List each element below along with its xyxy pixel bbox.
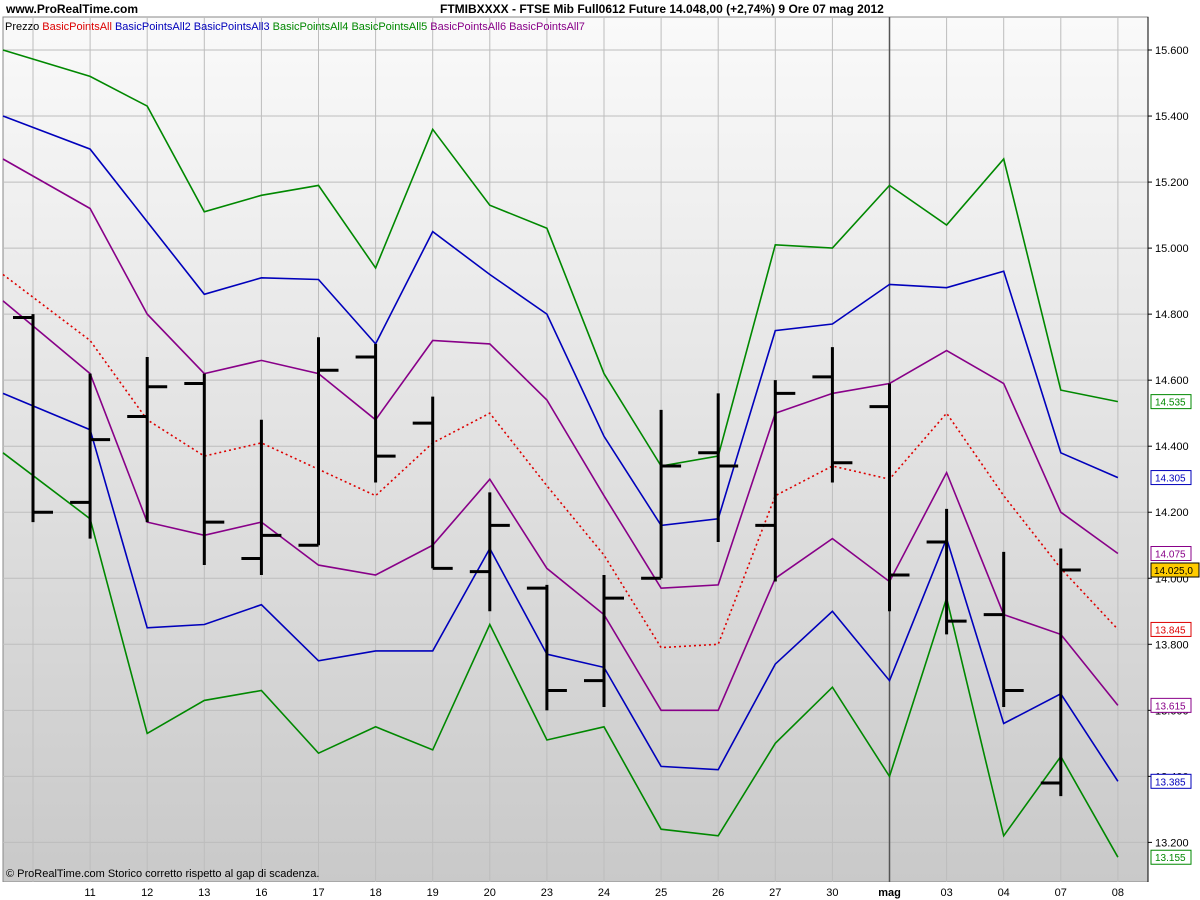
x-tick-label: 18: [369, 887, 381, 899]
x-tick-label: 30: [826, 887, 838, 899]
y-tick-label: 14.800: [1155, 309, 1189, 321]
x-tick-label: mag: [878, 887, 901, 899]
value-tag-label: 13.615: [1155, 701, 1186, 712]
x-tick-label: 03: [940, 887, 952, 899]
footer-note: © ProRealTime.com Storico corretto rispe…: [6, 868, 319, 880]
value-tag-label: 14.075: [1155, 549, 1186, 560]
x-tick-label: 12: [141, 887, 153, 899]
plot-area[interactable]: [2, 16, 1149, 883]
y-tick-label: 13.800: [1155, 639, 1189, 651]
value-tag-label: 14.305: [1155, 474, 1186, 485]
legend-entry: BasicPointsAll4: [273, 21, 349, 33]
y-tick-label: 15.200: [1155, 177, 1189, 189]
value-tag-label: 13.155: [1155, 853, 1186, 864]
x-tick-label: 20: [484, 887, 496, 899]
y-tick-label: 14.200: [1155, 507, 1189, 519]
value-tag-label: 13.385: [1155, 777, 1186, 788]
y-tick-label: 13.200: [1155, 837, 1189, 849]
instrument-title: FTMIBXXXX - FTSE Mib Full0612 Future 14.…: [440, 2, 884, 16]
legend-entry: BasicPointsAll5: [351, 21, 427, 33]
y-tick-label: 14.600: [1155, 375, 1189, 387]
x-tick-label: 19: [427, 887, 439, 899]
x-tick-label: 24: [598, 887, 610, 899]
x-tick-label: 17: [312, 887, 324, 899]
x-tick-label: 04: [998, 887, 1010, 899]
x-tick-label: 07: [1055, 887, 1067, 899]
value-tag-label: 13.845: [1155, 625, 1186, 636]
price-chart: 13.20013.40013.60013.80014.00014.20014.4…: [0, 0, 1200, 900]
x-tick-label: 08: [1112, 887, 1124, 899]
legend-entry: BasicPointsAll7: [509, 21, 585, 33]
legend-entry: BasicPointsAll3: [194, 21, 270, 33]
legend-entry: BasicPointsAll: [42, 21, 112, 33]
y-tick-label: 15.000: [1155, 243, 1189, 255]
y-tick-label: 15.400: [1155, 111, 1189, 123]
x-tick-label: 11: [84, 887, 95, 899]
value-tag-label: 14.535: [1155, 398, 1186, 409]
y-tick-label: 15.600: [1155, 45, 1189, 57]
legend-entry: BasicPointsAll2: [115, 21, 191, 33]
legend: Prezzo BasicPointsAll BasicPointsAll2 Basic…: [5, 21, 585, 33]
x-tick-label: 27: [769, 887, 781, 899]
x-tick-label: 23: [541, 887, 553, 899]
legend-entry: Prezzo: [5, 21, 39, 33]
x-tick-label: 13: [198, 887, 210, 899]
x-tick-label: 26: [712, 887, 724, 899]
legend-entry: BasicPointsAll6: [430, 21, 506, 33]
x-tick-label: 16: [255, 887, 267, 899]
site-url[interactable]: www.ProRealTime.com: [5, 2, 138, 16]
x-tick-label: 25: [655, 887, 667, 899]
last-price-tag-label: 14.025,0: [1154, 566, 1193, 577]
y-tick-label: 14.400: [1155, 441, 1189, 453]
